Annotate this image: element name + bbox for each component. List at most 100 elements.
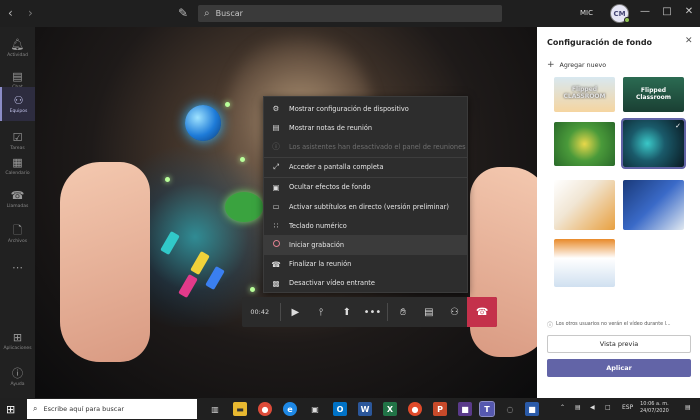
menu-item-device-settings[interactable]: ⚙ Mostrar configuración de dispositivo [264, 99, 467, 118]
close-window-icon[interactable]: ✕ [682, 6, 696, 17]
apps-icon: ⊞ [12, 330, 23, 344]
forward-arrow-icon[interactable]: › [28, 6, 33, 20]
menu-item-start-recording[interactable]: Iniciar grabación [264, 235, 467, 255]
mic-toggle-button[interactable]: ⫯ [308, 297, 334, 327]
background-thumbnail[interactable]: Flipped CLASSROOM [554, 77, 615, 112]
preview-note: ⓘ Los otros usuarios no verán el vídeo d… [547, 320, 695, 329]
close-icon[interactable]: ✕ [685, 36, 693, 46]
word-icon[interactable]: W [358, 402, 372, 416]
calendar-icon: ▦ [12, 155, 23, 169]
minimize-icon[interactable]: — [638, 6, 652, 17]
background-thumbnail[interactable] [554, 239, 615, 287]
powerpoint-icon[interactable]: P [433, 402, 447, 416]
teams-window: ‹ › ✎ ⌕ MIC CM — □ ✕ 🔔︎ Actividad ▤ Chat… [0, 0, 700, 420]
tray-icon[interactable]: □ [605, 404, 611, 411]
back-arrow-icon[interactable]: ‹ [8, 6, 13, 20]
menu-item-hide-background-effects[interactable]: ▣ Ocultar efectos de fondo [264, 178, 467, 197]
task-view-icon[interactable]: ▥ [208, 402, 222, 416]
rail-item-files[interactable]: 🗋︎ Archivos [0, 217, 35, 251]
avatar[interactable]: CM [610, 4, 630, 23]
more-actions-button[interactable]: ••• [360, 297, 386, 327]
rail-item-label: Archivos [7, 238, 28, 244]
rail-item-apps[interactable]: ⊞ Aplicaciones [0, 324, 35, 358]
taskbar-search[interactable]: ⌕ Escribe aquí para buscar [27, 399, 197, 419]
share-screen-button[interactable]: ⬆ [334, 297, 360, 327]
tray-chevron-icon[interactable]: ⌃ [560, 404, 565, 411]
teams-icon: ⚇ [13, 93, 24, 107]
network-icon[interactable]: ▤ [575, 404, 581, 411]
apply-button[interactable]: Aplicar [547, 359, 691, 377]
participants-button[interactable]: ⚇ [442, 297, 468, 327]
store-icon[interactable]: ▣ [308, 402, 322, 416]
sparkle [225, 102, 230, 107]
app-icon[interactable]: ◌ [503, 402, 517, 416]
app-icon[interactable]: ■ [525, 402, 539, 416]
teams-taskbar-icon[interactable]: T [479, 401, 495, 417]
rail-item-label: Ayuda [10, 381, 25, 387]
participants-icon: ⚇ [450, 306, 459, 318]
rail-item-help[interactable]: ⓘ Ayuda [0, 360, 35, 394]
chrome-icon[interactable]: ● [258, 402, 272, 416]
app-icon[interactable]: ● [408, 402, 422, 416]
rail-item-calendar[interactable]: ▦ Calendario [0, 149, 35, 183]
record-icon [270, 240, 282, 249]
microphone-icon: ⫯ [318, 306, 324, 318]
video-off-icon: ▩ [272, 278, 280, 288]
language-indicator[interactable]: ESP [622, 404, 633, 411]
rail-item-calls[interactable]: ☎ Llamadas [0, 182, 35, 216]
menu-item-turn-off-incoming-video[interactable]: ▩ Desactivar vídeo entrante [264, 274, 467, 293]
share-screen-icon: ⬆ [342, 306, 351, 318]
more-options-icon: ••• [363, 306, 382, 318]
menu-item-live-captions[interactable]: ▭ Activar subtítulos en directo (versión… [264, 197, 467, 216]
clock[interactable]: 10:06 a. m. 24/07/2020 [640, 401, 669, 415]
background-settings-panel: Configuración de fondo ✕ + Agregar nuevo… [537, 27, 700, 398]
menu-item-dial-pad[interactable]: ∷ Teclado numérico [264, 216, 467, 235]
camera-toggle-button[interactable]: ▶ [283, 297, 309, 327]
menu-item-meeting-notes[interactable]: ▤ Mostrar notas de reunión [264, 118, 467, 137]
menu-item-label: Mostrar notas de reunión [289, 123, 373, 132]
maximize-icon[interactable]: □ [660, 6, 674, 17]
preview-button[interactable]: Vista previa [547, 335, 691, 353]
menu-item-end-meeting[interactable]: ☎ Finalizar la reunión [264, 255, 467, 274]
clock-date: 24/07/2020 [640, 408, 669, 414]
sparkle [240, 157, 245, 162]
rail-more[interactable]: ⋯ [0, 251, 35, 285]
compose-icon[interactable]: ✎ [178, 6, 188, 20]
add-new-background-button[interactable]: + Agregar nuevo [547, 60, 606, 70]
menu-item-label: Finalizar la reunión [289, 260, 352, 269]
panel-title: Configuración de fondo [547, 38, 653, 47]
rail-item-activity[interactable]: 🔔︎ Actividad [0, 31, 35, 65]
menu-item-label: Los asistentes han desactivado el panel … [289, 142, 466, 151]
volume-icon[interactable]: ◀ [590, 404, 595, 411]
plus-icon: + [547, 60, 555, 70]
org-switcher[interactable]: MIC [580, 9, 593, 17]
search-input[interactable] [215, 9, 476, 18]
edge-icon[interactable]: e [283, 402, 297, 416]
background-thumbnail[interactable] [554, 180, 615, 230]
add-new-label: Agregar nuevo [559, 61, 607, 69]
background-thumbnail[interactable]: Flipped Classroom [623, 77, 684, 112]
app-icon[interactable]: ■ [458, 402, 472, 416]
notifications-icon[interactable]: ▤ [685, 404, 691, 411]
background-thumbnail-selected[interactable]: ✓ [621, 118, 686, 169]
chat-icon: ▤ [12, 69, 23, 83]
file-explorer-icon[interactable]: ▬ [233, 402, 247, 416]
globe-graphic [185, 105, 221, 141]
search-box[interactable]: ⌕ [198, 5, 502, 22]
camera-icon: ▶ [291, 306, 300, 318]
outlook-icon[interactable]: O [333, 402, 347, 416]
background-thumbnail[interactable] [554, 122, 615, 166]
excel-icon[interactable]: X [383, 402, 397, 416]
left-hand [60, 162, 150, 362]
more-options-icon: ⋯ [12, 261, 23, 274]
chat-button[interactable]: ▤ [416, 297, 442, 327]
search-icon: ⌕ [204, 8, 210, 19]
rail-item-teams[interactable]: ⚇ Equipos [0, 87, 35, 121]
captions-icon: ▭ [272, 202, 280, 212]
windows-start-icon[interactable]: ⊞ [6, 403, 15, 416]
background-thumbnail[interactable] [623, 180, 684, 230]
menu-item-fullscreen[interactable]: ⤢ Acceder a pantalla completa [264, 158, 467, 177]
hang-up-button[interactable]: ☎ [467, 297, 497, 327]
raise-hand-button[interactable]: ✋︎ [390, 297, 416, 327]
checkmark-icon: ✓ [675, 122, 681, 130]
